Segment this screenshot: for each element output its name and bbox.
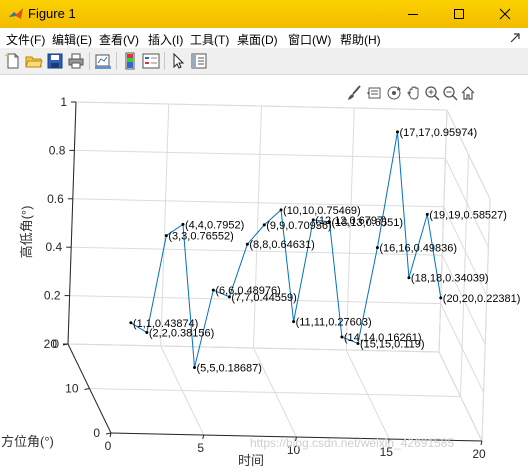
z-tick-label: 0.2 bbox=[44, 289, 61, 303]
grid-line bbox=[481, 198, 491, 442]
z-tick-label: 1 bbox=[60, 95, 67, 109]
grid-line bbox=[438, 109, 448, 353]
data-tip-label[interactable]: (17,17,0.95974) bbox=[399, 127, 477, 139]
y-tick bbox=[105, 432, 112, 435]
data-tip-label[interactable]: (11,11,0.27603) bbox=[296, 317, 372, 329]
grid-line bbox=[444, 158, 489, 248]
data-tip-label[interactable]: (2,2,0.38156) bbox=[149, 328, 214, 340]
z-tick-label: 0.8 bbox=[49, 143, 66, 157]
x-tick-label: 5 bbox=[197, 441, 204, 455]
data-tip-label[interactable]: (20,20,0.22381) bbox=[443, 293, 521, 305]
z-axis-label: 高低角(°) bbox=[19, 206, 34, 259]
y-tick-label: 10 bbox=[65, 382, 79, 396]
x-tick-label: 20 bbox=[472, 447, 486, 461]
watermark: https://blog.csdn.net/weixin_42691585 bbox=[250, 436, 454, 450]
grid-line bbox=[89, 388, 461, 397]
z-tick-label: 0.4 bbox=[46, 240, 63, 254]
grid-line bbox=[446, 109, 491, 200]
data-tip-label[interactable]: (19,19,0.58527) bbox=[429, 209, 507, 221]
z-tick-label: 0.6 bbox=[47, 192, 64, 206]
matlab-figure-window: Figure 1 文件(F) 编辑(E) 查看(V) 插入(I) 工具(T) 桌… bbox=[0, 0, 528, 470]
y-tick bbox=[84, 388, 90, 390]
data-tip-label[interactable]: (13,13,0.6551) bbox=[331, 217, 403, 229]
data-tip-label[interactable]: (15,15,0.119) bbox=[360, 338, 425, 350]
x-tick-label: 0 bbox=[105, 439, 112, 453]
data-tip-label[interactable]: (7,7,0.44559) bbox=[231, 292, 296, 304]
y-axis-label: 方位角(°) bbox=[1, 434, 54, 449]
data-tip-label[interactable]: (5,5,0.18687) bbox=[196, 363, 261, 375]
grid-line bbox=[253, 105, 262, 349]
z-axis-line bbox=[67, 101, 77, 345]
data-tip-label[interactable]: (3,3,0.76552) bbox=[168, 231, 233, 243]
z-tick-label: 0 bbox=[52, 337, 59, 351]
x-tick bbox=[202, 434, 205, 440]
grid-line bbox=[345, 107, 355, 351]
x-tick bbox=[480, 440, 483, 446]
x-axis-label: 时间 bbox=[238, 453, 264, 468]
data-tip-label[interactable]: (4,4,0.7952) bbox=[185, 219, 244, 231]
plot-area[interactable]: 0 5 10 15 200102000.20.40.60.81 (1,1,0.43874… bbox=[0, 0, 528, 470]
data-tip-label[interactable]: (16,16,0.49836) bbox=[379, 243, 457, 255]
grid-line bbox=[440, 303, 485, 393]
grid-line bbox=[160, 103, 170, 347]
data-tip-label[interactable]: (8,8,0.64631) bbox=[249, 239, 314, 251]
data-tip-label[interactable]: (18,18,0.34039) bbox=[411, 273, 489, 285]
y-tick-label: 0 bbox=[93, 426, 100, 440]
